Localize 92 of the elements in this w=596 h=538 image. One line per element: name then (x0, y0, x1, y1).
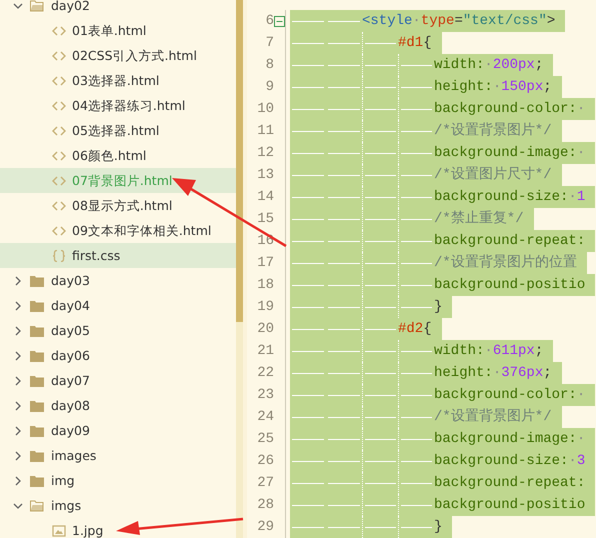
code-file-icon (52, 224, 66, 236)
folder-item[interactable]: day08 (0, 393, 236, 418)
line-number: 21 (256, 342, 274, 361)
code-text: #d2{ (398, 320, 432, 339)
folder-item[interactable]: day05 (0, 318, 236, 343)
folder-icon (30, 424, 44, 436)
code-text: } (434, 298, 442, 317)
code-text: /*禁止重复*/ (434, 210, 524, 229)
fold-toggle-icon[interactable] (274, 16, 285, 26)
folder-item[interactable]: day07 (0, 368, 236, 393)
code-text: width:·200px; (434, 56, 544, 75)
folder-icon (30, 374, 44, 386)
line-number: 28 (256, 496, 274, 515)
code-file-icon (52, 74, 66, 86)
folder-item[interactable]: imgs (0, 493, 236, 518)
folder-item[interactable]: images (0, 443, 236, 468)
line-number: 7 (264, 34, 274, 53)
file-item[interactable]: 03选择器.html (0, 68, 236, 93)
code-file-icon (52, 100, 66, 112)
line-number: 15 (256, 210, 274, 229)
folder-icon (30, 324, 44, 336)
line-number: 27 (256, 474, 274, 493)
folder-icon (30, 450, 44, 462)
file-item[interactable]: 08显示方式.html (0, 193, 236, 218)
file-item[interactable]: 02CSS引入方式.html (0, 43, 236, 68)
code-text: height:·376px; (434, 364, 552, 383)
line-number: 29 (256, 518, 274, 537)
line-number: 19 (256, 298, 274, 317)
code-text: background-repeat: (434, 474, 586, 493)
folder-item[interactable]: img (0, 468, 236, 493)
code-text: background-size:·1 (434, 188, 586, 207)
file-item[interactable]: 06颜色.html (0, 143, 236, 168)
code-file-icon (52, 24, 66, 36)
line-number: 23 (256, 386, 274, 405)
line-number: 24 (256, 408, 274, 427)
image-file-icon (52, 524, 66, 536)
folder-item[interactable]: day06 (0, 343, 236, 368)
file-item[interactable]: 1.jpg (0, 518, 236, 538)
open-folder-icon (30, 0, 44, 12)
line-number: 10 (256, 100, 274, 119)
folder-item[interactable]: day02 (0, 0, 236, 18)
code-text: #d1{ (398, 34, 432, 53)
folder-icon (30, 274, 44, 286)
open-folder-icon (30, 500, 44, 512)
code-text: width:·611px; (434, 342, 544, 361)
folder-item[interactable]: day03 (0, 268, 236, 293)
file-item[interactable]: first.css (0, 243, 236, 268)
code-text: <style·type="text/css"> (362, 12, 556, 31)
line-number: 11 (256, 122, 274, 141)
code-text: background-positio (434, 496, 586, 515)
file-item[interactable]: 09文本和字体相关.html (0, 218, 236, 243)
file-item[interactable]: 05选择器.html (0, 118, 236, 143)
braces-file-icon (52, 250, 66, 262)
code-file-icon (52, 150, 66, 162)
line-number: 6 (264, 12, 274, 31)
code-text: /*设置背景图片*/ (434, 121, 552, 141)
line-number: 8 (264, 56, 274, 75)
code-text: background-color:· (434, 100, 586, 119)
code-file-icon (52, 50, 66, 62)
folder-item[interactable]: day04 (0, 293, 236, 318)
folder-icon (30, 350, 44, 362)
code-file-icon (52, 174, 66, 186)
code-text: background-repeat: (434, 232, 586, 251)
code-text: background-size:·3 (434, 452, 586, 471)
code-file-icon (52, 200, 66, 212)
code-text: /*设置图片尺寸*/ (434, 166, 552, 185)
code-text: /*设置背景图片的位置 (434, 253, 577, 273)
folder-item[interactable]: day09 (0, 418, 236, 443)
line-number: 14 (256, 188, 274, 207)
scrollbar-thumb[interactable] (236, 0, 243, 322)
code-text: background-color:· (434, 386, 586, 405)
line-number: 13 (256, 166, 274, 185)
code-file-icon (52, 124, 66, 136)
line-number: 9 (264, 78, 274, 97)
folder-icon (30, 300, 44, 312)
line-number: 18 (256, 276, 274, 295)
folder-icon (30, 474, 44, 486)
code-text: background-image:· (434, 430, 586, 449)
line-number: 20 (256, 320, 274, 339)
folder-icon (30, 400, 44, 412)
line-number: 17 (256, 254, 274, 273)
line-number: 25 (256, 430, 274, 449)
code-text: } (434, 518, 442, 537)
file-item[interactable]: 01表单.html (0, 18, 236, 43)
code-text: /*设置背景图片*/ (434, 407, 552, 427)
line-number: 22 (256, 364, 274, 383)
line-number: 26 (256, 452, 274, 471)
file-item[interactable]: 04选择器练习.html (0, 93, 236, 118)
code-text: background-image:· (434, 144, 586, 163)
line-number: 12 (256, 144, 274, 163)
code-text: height:·150px; (434, 78, 552, 97)
code-text: background-positio (434, 276, 586, 295)
